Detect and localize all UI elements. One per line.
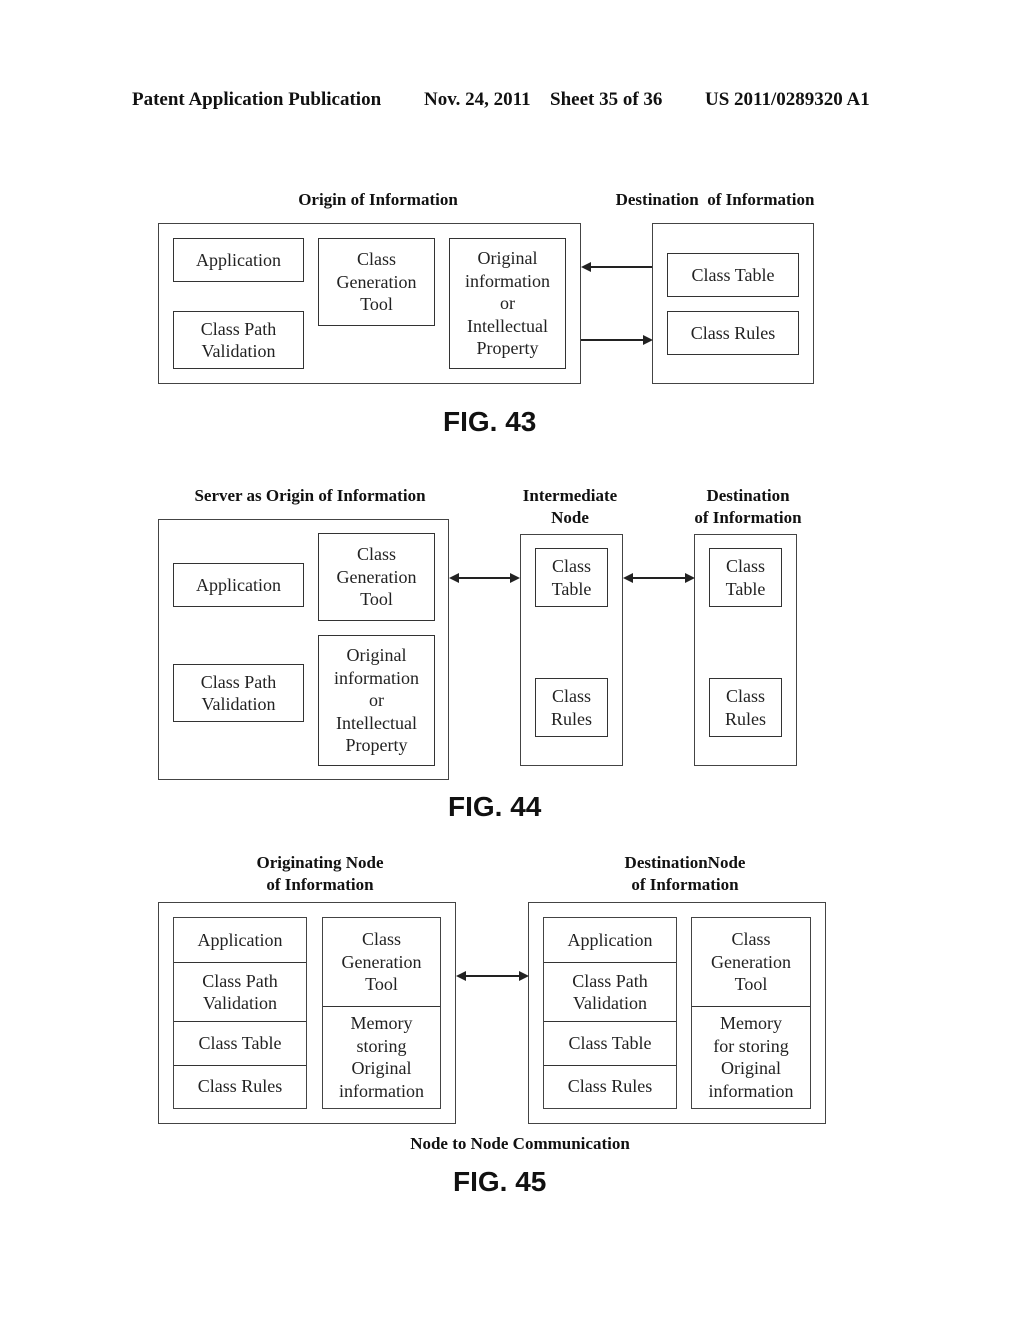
application-cell: Application	[544, 918, 676, 963]
double-arrow-icon	[449, 573, 520, 583]
fig44-arrows	[449, 573, 695, 583]
class-rules-cell: Class Rules	[197, 1076, 283, 1097]
destination-title: DestinationNode of Information	[624, 853, 746, 894]
application-box: Application	[173, 563, 304, 607]
double-arrow-icon	[623, 573, 695, 583]
destination-class-rules-box: Class Rules	[709, 678, 782, 737]
figure-label-45: FIG. 45	[453, 1166, 547, 1197]
destination-title: Destination of Information	[694, 486, 802, 527]
destination-left-stack: Application Class Path Validation Class …	[543, 917, 677, 1109]
memory-cell: Memory storing Original information	[339, 1013, 424, 1101]
originating-right-stack: Class Generation Tool Memory storing Ori…	[322, 917, 441, 1109]
class-generation-tool-box: Class Generation Tool	[318, 533, 435, 621]
application-box: Application	[173, 238, 304, 282]
destination-title: Destination of Information	[615, 190, 815, 209]
memory-cell: Memory for storing Original information	[708, 1013, 794, 1101]
class-generation-tool-cell: Class Generation Tool	[692, 918, 810, 1007]
application-cell: Application	[174, 918, 306, 963]
originating-title: Originating Node of Information	[256, 853, 384, 894]
class-rules-box: Class Rules	[667, 311, 799, 355]
class-path-validation-box: Class Path Validation	[173, 311, 304, 369]
class-path-validation-box: Class Path Validation	[173, 664, 304, 722]
intermediate-title: Intermediate Node	[522, 486, 618, 527]
double-arrow-icon	[456, 971, 529, 981]
class-generation-tool-cell: Class Generation Tool	[323, 918, 440, 1007]
original-information-box: Original information or Intellectual Pro…	[318, 635, 435, 766]
intermediate-class-rules-box: Class Rules	[535, 678, 608, 737]
server-title: Server as Origin of Information	[194, 486, 426, 505]
destination-class-table-box: Class Table	[709, 548, 782, 607]
class-table-box: Class Table	[667, 253, 799, 297]
fig45-arrows	[456, 971, 529, 981]
class-table-cell: Class Table	[544, 1022, 676, 1066]
destination-right-stack: Class Generation Tool Memory for storing…	[691, 917, 811, 1109]
origin-title: Origin of Information	[298, 190, 458, 209]
figure-label-44: FIG. 44	[448, 791, 542, 822]
class-generation-tool-box: Class Generation Tool	[318, 238, 435, 326]
fig43-arrows	[581, 262, 653, 345]
header-sheet: Sheet 35 of 36	[550, 89, 663, 110]
class-path-validation-cell: Class Path Validation	[174, 963, 306, 1022]
class-path-validation-cell: Class Path Validation	[544, 963, 676, 1022]
figure-label-43: FIG. 43	[443, 406, 537, 437]
class-rules-cell: Class Rules	[567, 1076, 653, 1097]
originating-left-stack: Application Class Path Validation Class …	[173, 917, 307, 1109]
header-patent-number: US 2011/0289320 A1	[705, 89, 870, 110]
header-publication: Patent Application Publication	[132, 89, 382, 110]
destination-container	[652, 223, 814, 384]
arrow-left-icon	[581, 262, 652, 272]
original-information-box: Original information or Intellectual Pro…	[449, 238, 566, 369]
header-date: Nov. 24, 2011	[424, 89, 531, 110]
class-table-cell: Class Table	[174, 1022, 306, 1066]
node-to-node-caption: Node to Node Communication	[410, 1134, 630, 1153]
arrow-right-icon	[581, 335, 653, 345]
